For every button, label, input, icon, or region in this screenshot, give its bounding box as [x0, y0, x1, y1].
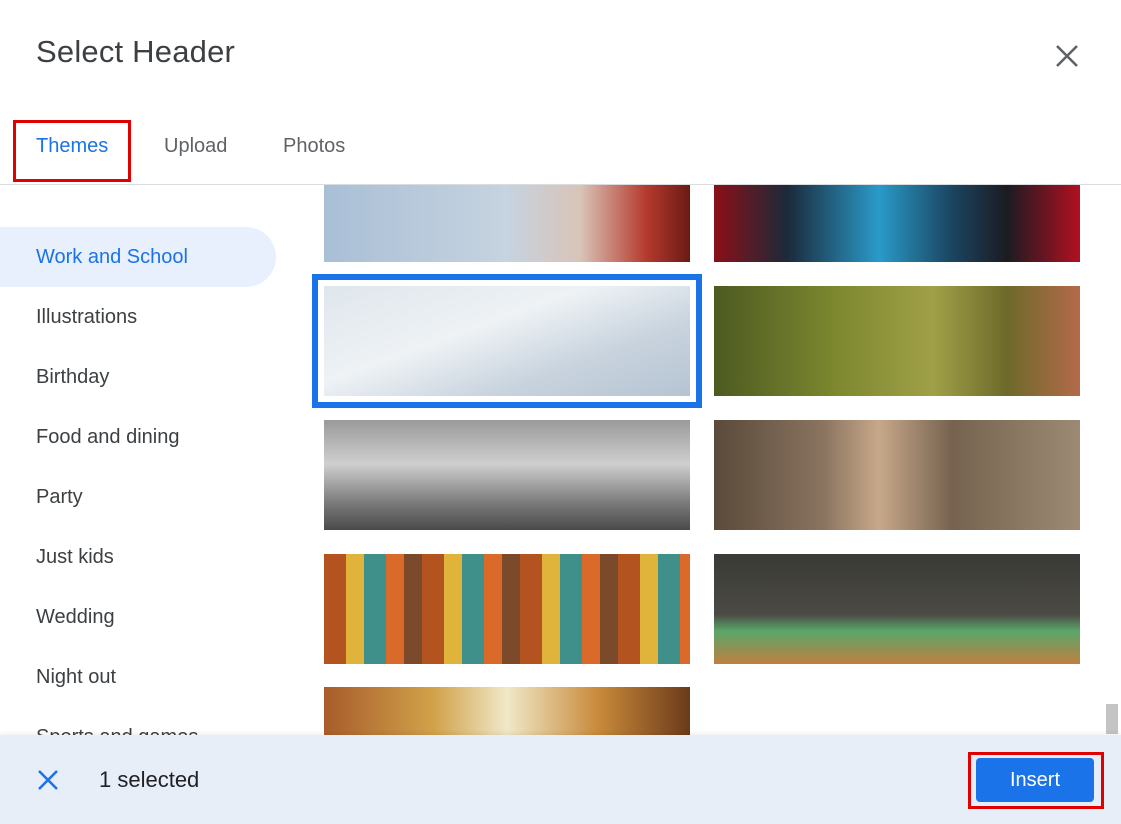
theme-thumbnail[interactable]: [714, 420, 1080, 530]
sidebar-item-work-and-school[interactable]: Work and School: [0, 227, 276, 287]
close-icon: [1056, 45, 1078, 67]
theme-thumbnail[interactable]: [714, 554, 1080, 664]
sidebar-item-food-and-dining[interactable]: Food and dining: [0, 407, 276, 467]
theme-thumbnail[interactable]: [324, 420, 690, 530]
close-button[interactable]: [1049, 38, 1085, 74]
annotation-highlight-themes: [13, 120, 131, 182]
theme-thumbnail[interactable]: [324, 687, 690, 735]
dialog-title: Select Header: [36, 34, 236, 69]
scrollbar-thumb[interactable]: [1106, 704, 1118, 734]
sidebar-item-party[interactable]: Party: [0, 467, 276, 527]
selection-footer: 1 selected Insert: [0, 735, 1121, 824]
theme-thumbnail-selected[interactable]: [312, 274, 702, 408]
tab-upload[interactable]: Upload: [164, 135, 227, 158]
theme-thumbnail[interactable]: [714, 185, 1080, 262]
sidebar-item-just-kids[interactable]: Just kids: [0, 527, 276, 587]
tab-bar: Themes Upload Photos: [0, 110, 1121, 185]
close-icon: [38, 770, 58, 790]
sidebar-item-birthday[interactable]: Birthday: [0, 347, 276, 407]
tab-photos[interactable]: Photos: [283, 135, 345, 158]
sidebar-item-sports-and-games[interactable]: Sports and games: [0, 707, 276, 735]
clear-selection-button[interactable]: [34, 766, 62, 794]
sidebar-item-illustrations[interactable]: Illustrations: [0, 287, 276, 347]
sidebar-item-wedding[interactable]: Wedding: [0, 587, 276, 647]
category-sidebar: Work and School Illustrations Birthday F…: [0, 185, 300, 735]
theme-thumbnail[interactable]: [324, 554, 690, 664]
sidebar-item-night-out[interactable]: Night out: [0, 647, 276, 707]
theme-thumbnail[interactable]: [714, 286, 1080, 396]
selected-count: 1 selected: [99, 767, 200, 792]
theme-grid: [300, 185, 1105, 735]
theme-thumbnail[interactable]: [324, 185, 690, 262]
insert-button[interactable]: Insert: [976, 758, 1094, 802]
